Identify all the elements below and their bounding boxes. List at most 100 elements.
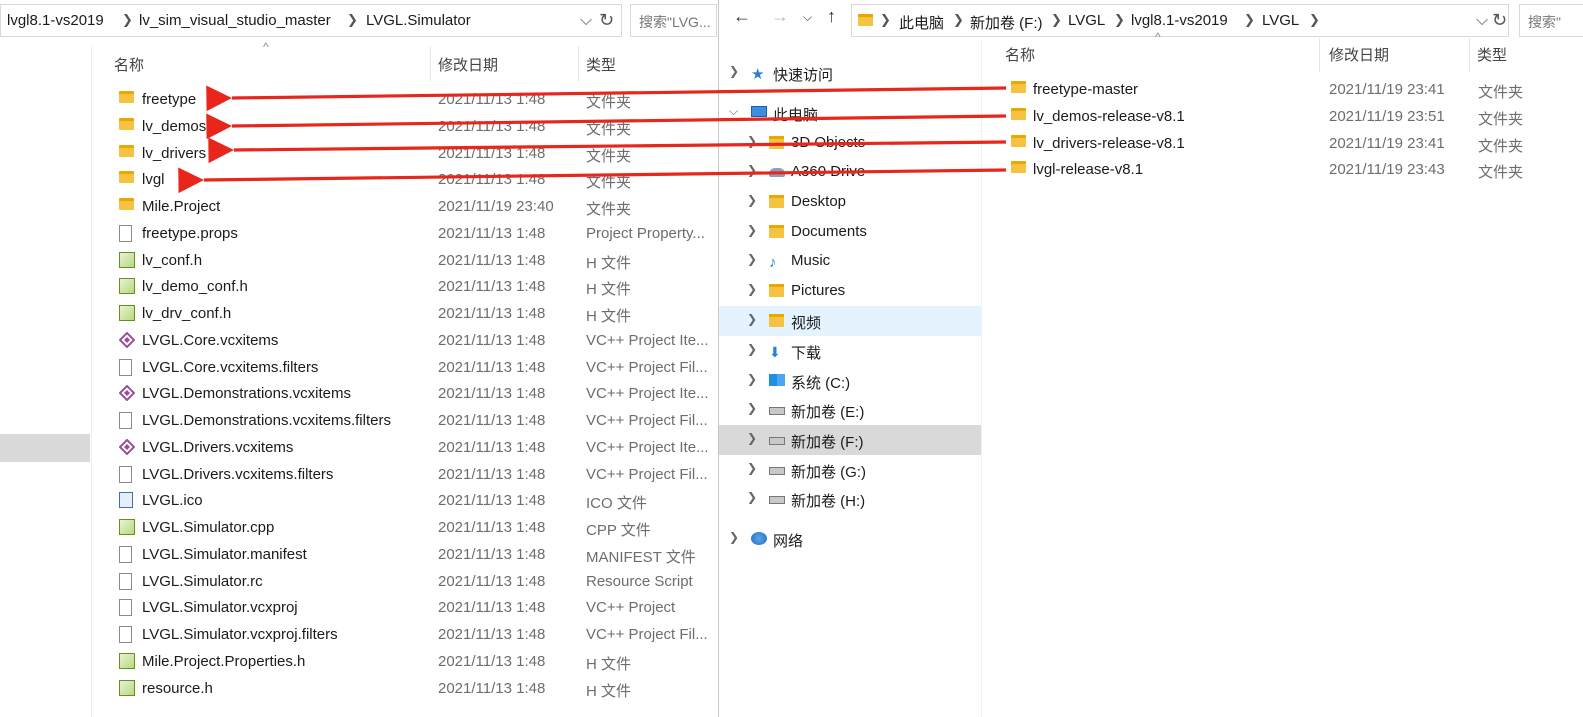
folder-row[interactable]: lv_demos-release-v8.1 2021/11/19 23:51 文件夹 [719, 104, 1583, 130]
nav-item[interactable]: ❯ Documents [719, 217, 981, 247]
file-row[interactable]: LVGL.Simulator.cpp 2021/11/13 1:48 CPP 文件 [0, 515, 717, 541]
file-row[interactable]: freetype 2021/11/13 1:48 文件夹 [0, 87, 717, 113]
right-address-bar[interactable]: ❯ 此电脑 ❯ 新加卷 (F:) ❯ LVGL ❯ lvgl8.1-vs2019… [851, 4, 1509, 37]
drive-icon [769, 492, 785, 506]
file-row[interactable]: lv_conf.h 2021/11/13 1:48 H 文件 [0, 248, 717, 274]
left-search-input[interactable]: 搜索"LVG... [630, 4, 717, 37]
chevron-right-icon[interactable]: ❯ [747, 372, 757, 386]
folder-row[interactable]: lvgl-release-v8.1 2021/11/19 23:43 文件夹 [719, 157, 1583, 183]
history-chevron-icon[interactable]: ⌵ [803, 10, 812, 25]
chevron-right-icon[interactable]: ❯ [729, 530, 739, 544]
file-row[interactable]: LVGL.Drivers.vcxitems 2021/11/13 1:48 VC++… [0, 435, 717, 461]
chevron-right-icon[interactable]: ❯ [747, 431, 757, 445]
file-name: LVGL.Demonstrations.vcxitems [142, 385, 351, 403]
file-row[interactable]: Mile.Project.Properties.h 2021/11/13 1:48… [0, 649, 717, 675]
breadcrumb-item[interactable]: LVGL [1068, 12, 1105, 29]
folder-icon [858, 14, 873, 26]
column-divider[interactable] [1469, 38, 1470, 72]
chevron-down-icon[interactable]: ⌵ [1476, 12, 1488, 30]
breadcrumb-item[interactable]: LVGL [1262, 12, 1299, 29]
file-row[interactable]: resource.h 2021/11/13 1:48 H 文件 [0, 676, 717, 702]
back-arrow-icon[interactable]: ← [733, 6, 751, 27]
chevron-right-icon[interactable]: ❯ [747, 252, 757, 266]
column-divider[interactable] [430, 46, 431, 82]
nav-item[interactable]: ❯ 新加卷 (E:) [719, 395, 981, 425]
chevron-right-icon[interactable]: ❯ [747, 312, 757, 326]
chevron-right-icon[interactable]: ❯ [747, 490, 757, 504]
up-arrow-icon[interactable]: ↑ [827, 6, 836, 27]
file-row[interactable]: freetype.props 2021/11/13 1:48 Project Pro… [0, 221, 717, 247]
breadcrumb-item[interactable]: lvgl8.1-vs2019 [7, 12, 104, 29]
chevron-right-icon[interactable]: ❯ [747, 282, 757, 296]
chevron-right-icon[interactable]: ❯ [747, 401, 757, 415]
file-row[interactable]: LVGL.Simulator.rc 2021/11/13 1:48 Resource… [0, 569, 717, 595]
file-row[interactable]: LVGL.Core.vcxitems 2021/11/13 1:48 VC++ Pr… [0, 328, 717, 354]
file-name: LVGL.Simulator.vcxproj.filters [142, 626, 338, 643]
breadcrumb-item[interactable]: 新加卷 (F:) [970, 12, 1043, 33]
file-row[interactable]: LVGL.Simulator.manifest 2021/11/13 1:48 MA… [0, 542, 717, 568]
column-header-name[interactable]: 名称 [114, 54, 144, 75]
file-row[interactable]: Mile.Project 2021/11/19 23:40 文件夹 [0, 194, 717, 220]
column-divider[interactable] [1319, 38, 1320, 72]
column-header-type[interactable]: 类型 [586, 54, 616, 75]
nav-item-label: 新加卷 (G:) [791, 464, 866, 481]
nav-item[interactable]: ❯ 新加卷 (H:) [719, 484, 981, 514]
breadcrumb-item[interactable]: lv_sim_visual_studio_master [139, 12, 331, 29]
file-type: VC++ Project Fil... [586, 358, 708, 376]
file-row[interactable]: LVGL.Demonstrations.vcxitems 2021/11/13 1… [0, 381, 717, 407]
file-row[interactable]: LVGL.Simulator.vcxproj 2021/11/13 1:48 VC+… [0, 595, 717, 621]
file-name: lv_demo_conf.h [142, 278, 248, 296]
chevron-right-icon[interactable]: ❯ [747, 223, 757, 237]
breadcrumb-item[interactable]: lvgl8.1-vs2019 [1131, 12, 1228, 29]
file-row[interactable]: lvgl 2021/11/13 1:48 文件夹 [0, 167, 717, 193]
breadcrumb-item[interactable]: 此电脑 [899, 12, 944, 33]
videos-icon [769, 314, 785, 328]
nav-item[interactable]: ❯ 视频 [719, 306, 981, 336]
right-explorer-window: ← → ⌵ ↑ ❯ 此电脑 ❯ 新加卷 (F:) ❯ LVGL ❯ lvgl8.… [718, 0, 1583, 717]
file-row[interactable]: lv_drivers 2021/11/13 1:48 文件夹 [0, 141, 717, 167]
nav-item[interactable]: ❯ 新加卷 (G:) [719, 455, 981, 485]
file-type: 文件夹 [1478, 164, 1524, 182]
refresh-icon[interactable]: ↻ [1492, 10, 1507, 31]
refresh-icon[interactable]: ↻ [599, 10, 614, 31]
nav-item[interactable]: ❯ 网络 [719, 524, 981, 554]
header-file-icon [119, 519, 135, 535]
left-address-bar[interactable]: lvgl8.1-vs2019 ❯ lv_sim_visual_studio_ma… [0, 4, 622, 37]
right-search-input[interactable]: 搜索" [1519, 4, 1583, 37]
file-type: H 文件 [586, 254, 632, 272]
file-row[interactable]: LVGL.Demonstrations.vcxitems.filters 2021… [0, 408, 717, 434]
nav-item[interactable]: ❯ ⬇ 下载 [719, 336, 981, 366]
chevron-down-icon[interactable]: ⌵ [580, 12, 592, 30]
column-divider[interactable] [578, 46, 579, 82]
nav-item[interactable]: ❯ ♪ Music [719, 246, 981, 276]
file-row[interactable]: LVGL.Core.vcxitems.filters 2021/11/13 1:4… [0, 355, 717, 381]
nav-item[interactable]: ❯ Desktop [719, 187, 981, 217]
nav-item[interactable]: ❯ Pictures [719, 276, 981, 306]
file-name: lvgl [142, 171, 165, 189]
breadcrumb-item[interactable]: LVGL.Simulator [366, 12, 471, 29]
chevron-right-icon[interactable]: ❯ [747, 342, 757, 356]
file-row[interactable]: LVGL.Simulator.vcxproj.filters 2021/11/13… [0, 622, 717, 648]
column-header-date[interactable]: 修改日期 [1329, 44, 1389, 65]
file-row[interactable]: lv_demos 2021/11/13 1:48 文件夹 [0, 114, 717, 140]
file-row[interactable]: LVGL.ico 2021/11/13 1:48 ICO 文件 [0, 488, 717, 514]
file-row[interactable]: lv_drv_conf.h 2021/11/13 1:48 H 文件 [0, 301, 717, 327]
folder-icon [1011, 81, 1026, 93]
file-icon [119, 599, 132, 617]
forward-arrow-icon[interactable]: → [771, 6, 789, 27]
chevron-right-icon[interactable]: ❯ [729, 64, 739, 78]
column-header-type[interactable]: 类型 [1477, 44, 1507, 65]
column-header-date[interactable]: 修改日期 [438, 54, 498, 75]
file-icon [119, 572, 132, 590]
folder-row[interactable]: freetype-master 2021/11/19 23:41 文件夹 [719, 77, 1583, 103]
file-name: lv_conf.h [142, 251, 203, 269]
file-row[interactable]: lv_demo_conf.h 2021/11/13 1:48 H 文件 [0, 274, 717, 300]
file-date: 2021/11/13 1:48 [438, 465, 546, 483]
folder-row[interactable]: lv_drivers-release-v8.1 2021/11/19 23:41 文… [719, 131, 1583, 157]
file-row[interactable]: LVGL.Drivers.vcxitems.filters 2021/11/13 … [0, 462, 717, 488]
nav-item[interactable]: ❯ 系统 (C:) [719, 366, 981, 396]
chevron-right-icon[interactable]: ❯ [747, 461, 757, 475]
chevron-right-icon[interactable]: ❯ [747, 193, 757, 207]
nav-item[interactable]: ❯ 新加卷 (F:) [719, 425, 981, 455]
column-header-name[interactable]: 名称 [1005, 44, 1035, 65]
